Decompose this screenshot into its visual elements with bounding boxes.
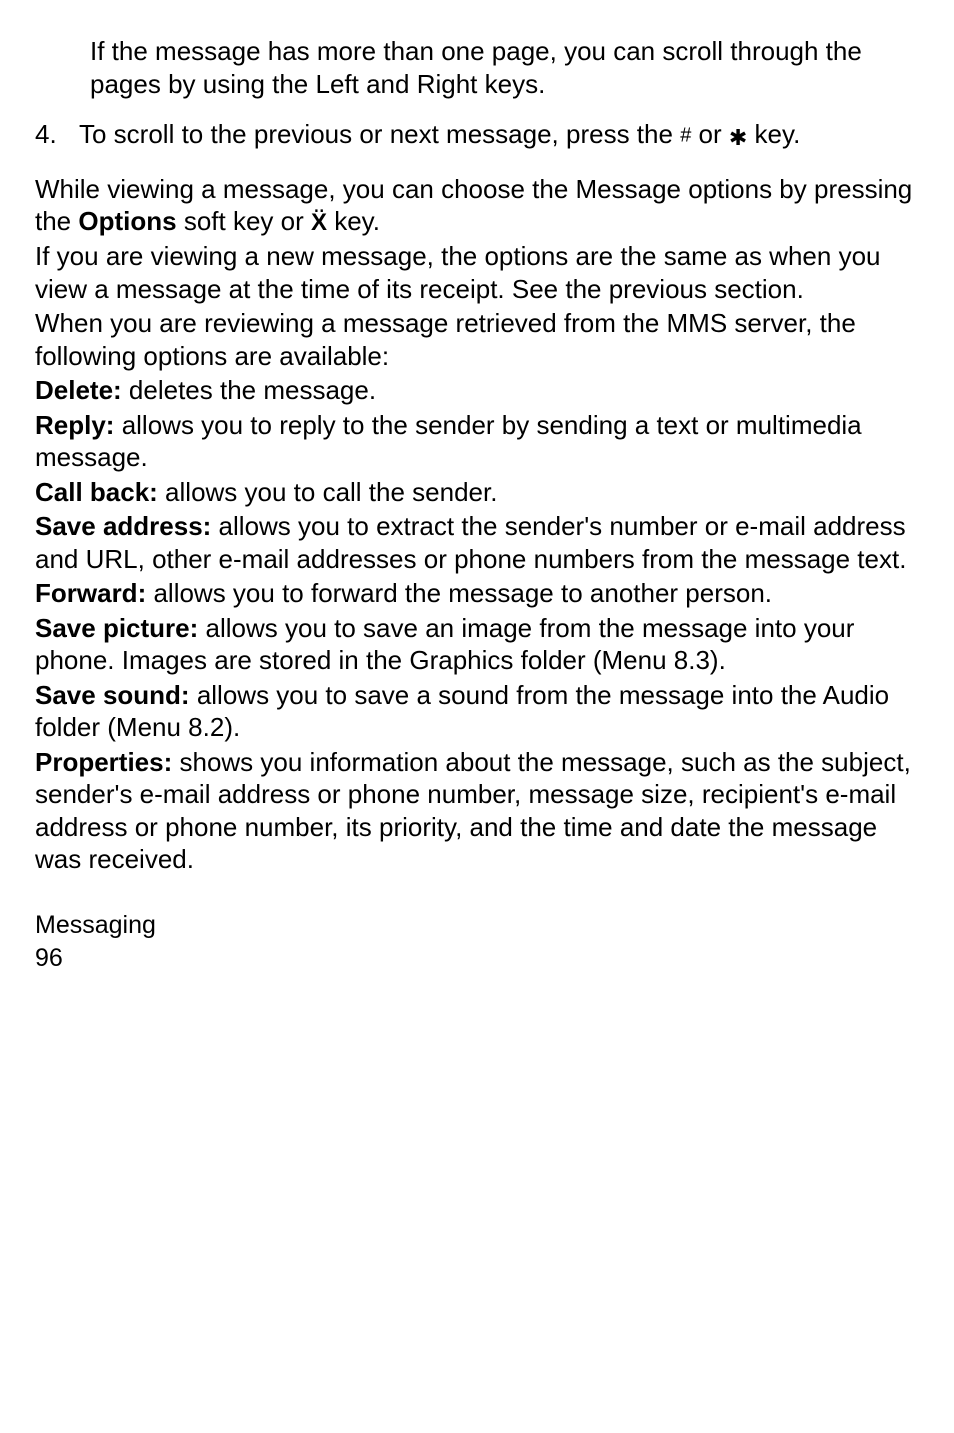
menu-key-icon: Ẍ	[311, 209, 327, 236]
option-reply: Reply: allows you to reply to the sender…	[35, 409, 919, 474]
option-callback: Call back: allows you to call the sender…	[35, 476, 919, 509]
intro-indent-paragraph: If the message has more than one page, y…	[35, 35, 919, 100]
p1-c: key.	[327, 206, 380, 236]
option-save-address: Save address: allows you to extract the …	[35, 510, 919, 575]
options-softkey-label: Options	[78, 206, 176, 236]
option-properties-label: Properties:	[35, 747, 172, 777]
paragraph-new-message: If you are viewing a new message, the op…	[35, 240, 919, 305]
star-key-icon: ✱	[729, 125, 747, 150]
step-body: To scroll to the previous or next messag…	[79, 118, 919, 151]
paragraph-retrieved: When you are reviewing a message retriev…	[35, 307, 919, 372]
option-reply-text: allows you to reply to the sender by sen…	[35, 410, 862, 473]
hash-key-icon: #	[680, 125, 691, 147]
option-forward-text: allows you to forward the message to ano…	[146, 578, 772, 608]
option-save-sound-label: Save sound:	[35, 680, 190, 710]
option-delete-text: deletes the message.	[122, 375, 376, 405]
option-save-address-label: Save address:	[35, 511, 211, 541]
step-number: 4.	[35, 118, 79, 151]
option-save-picture: Save picture: allows you to save an imag…	[35, 612, 919, 677]
option-save-picture-label: Save picture:	[35, 613, 198, 643]
option-forward: Forward: allows you to forward the messa…	[35, 577, 919, 610]
paragraph-options: While viewing a message, you can choose …	[35, 173, 919, 239]
p1-b: soft key or	[177, 206, 311, 236]
option-save-sound: Save sound: allows you to save a sound f…	[35, 679, 919, 744]
page-number: 96	[35, 943, 919, 974]
option-reply-label: Reply:	[35, 410, 114, 440]
option-properties: Properties: shows you information about …	[35, 746, 919, 876]
step-text-c: key.	[747, 119, 800, 149]
step-text-a: To scroll to the previous or next messag…	[79, 119, 680, 149]
option-delete: Delete: deletes the message.	[35, 374, 919, 407]
option-callback-label: Call back:	[35, 477, 158, 507]
footer-section-title: Messaging	[35, 910, 919, 941]
step-4-item: 4. To scroll to the previous or next mes…	[35, 118, 919, 151]
step-text-b: or	[691, 119, 729, 149]
option-callback-text: allows you to call the sender.	[158, 477, 498, 507]
option-delete-label: Delete:	[35, 375, 122, 405]
option-forward-label: Forward:	[35, 578, 146, 608]
